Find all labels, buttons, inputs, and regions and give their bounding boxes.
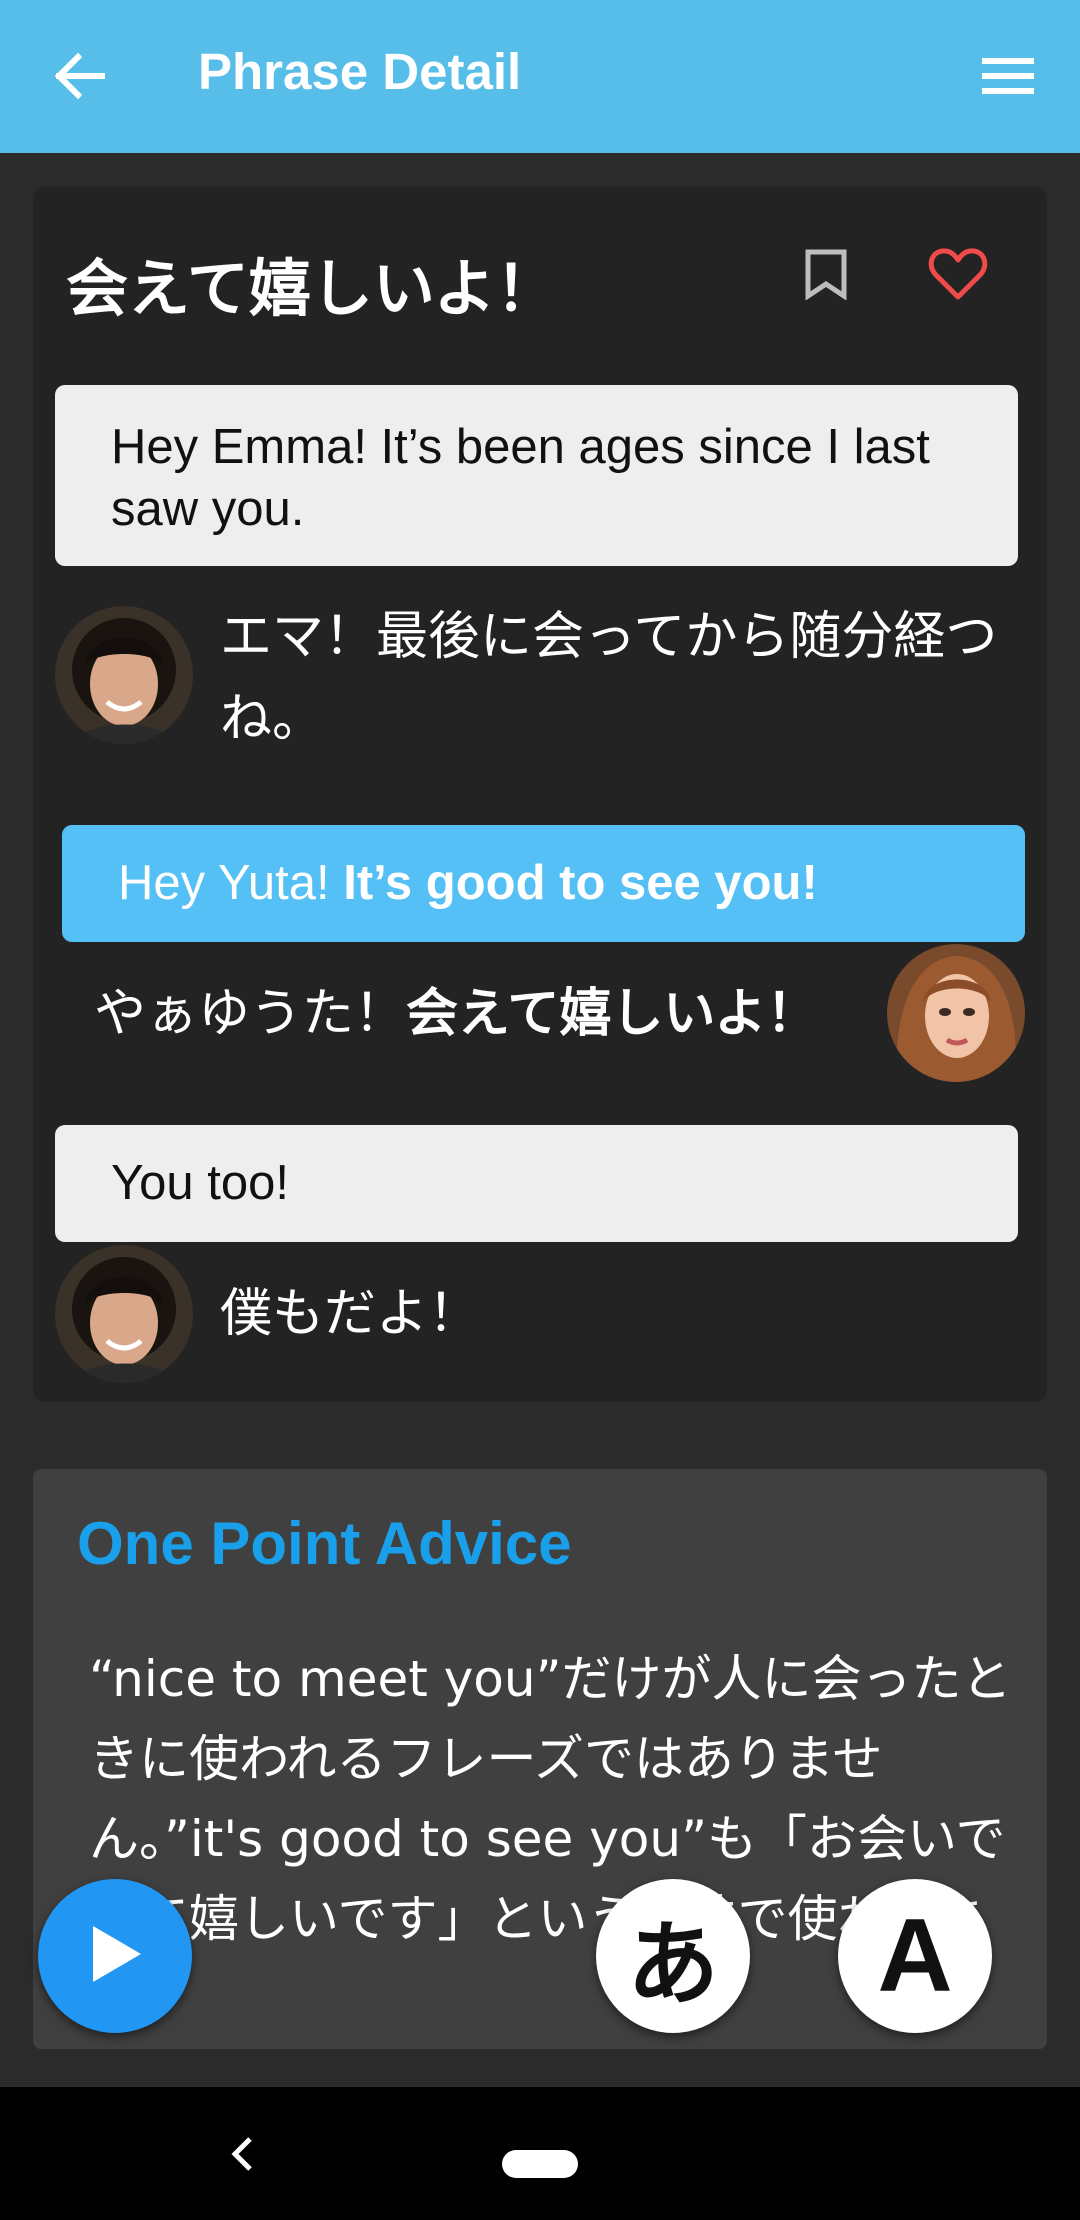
japanese-line-plain: やぁゆうた！ — [94, 984, 407, 1044]
japanese-line: 僕もだよ！ — [220, 1284, 481, 1344]
english-line-text: Hey Emma! It’s been ages since I last sa… — [111, 420, 930, 536]
english-line-text: You too! — [111, 1156, 290, 1210]
play-button[interactable] — [38, 1879, 192, 2033]
app-bar: Phrase Detail — [0, 0, 1080, 153]
nav-back-icon[interactable] — [218, 2127, 266, 2181]
english-bubble[interactable]: Hey Emma! It’s been ages since I last sa… — [55, 385, 1018, 566]
english-line-bold: It’s good to see you! — [343, 856, 818, 910]
english-bubble[interactable]: You too! — [55, 1125, 1018, 1242]
english-line-plain: Hey Yuta! — [118, 856, 344, 910]
system-nav-bar — [0, 2087, 1080, 2220]
bookmark-icon[interactable] — [790, 238, 862, 310]
japanese-line: エマ！最後に会ってから随分経つね。 — [220, 607, 998, 749]
japanese-line-bold: 会えて嬉しいよ！ — [406, 984, 819, 1044]
english-toggle-button[interactable]: A — [838, 1879, 992, 2033]
app-screen: Phrase Detail 会えて嬉しいよ！ Hey Emma! It’s be… — [0, 0, 1080, 2220]
japanese-toggle-button[interactable]: あ — [596, 1879, 750, 2033]
english-bubble-highlight[interactable]: Hey Yuta! It’s good to see you! — [62, 825, 1025, 942]
heart-icon[interactable] — [922, 238, 994, 310]
home-pill-icon[interactable] — [502, 2150, 578, 2178]
play-icon — [87, 1924, 143, 1988]
avatar-yuta — [55, 606, 193, 744]
phrase-title: 会えて嬉しいよ！ — [66, 252, 558, 325]
japanese-line-highlight: やぁゆうた！会えて嬉しいよ！ — [94, 973, 818, 1055]
page-title: Phrase Detail — [198, 43, 522, 100]
hamburger-menu-icon[interactable] — [972, 40, 1044, 112]
avatar-yuta — [55, 1245, 193, 1383]
advice-title: One Point Advice — [77, 1510, 572, 1577]
arrow-back-icon[interactable] — [44, 40, 116, 112]
avatar-emma — [887, 944, 1025, 1082]
